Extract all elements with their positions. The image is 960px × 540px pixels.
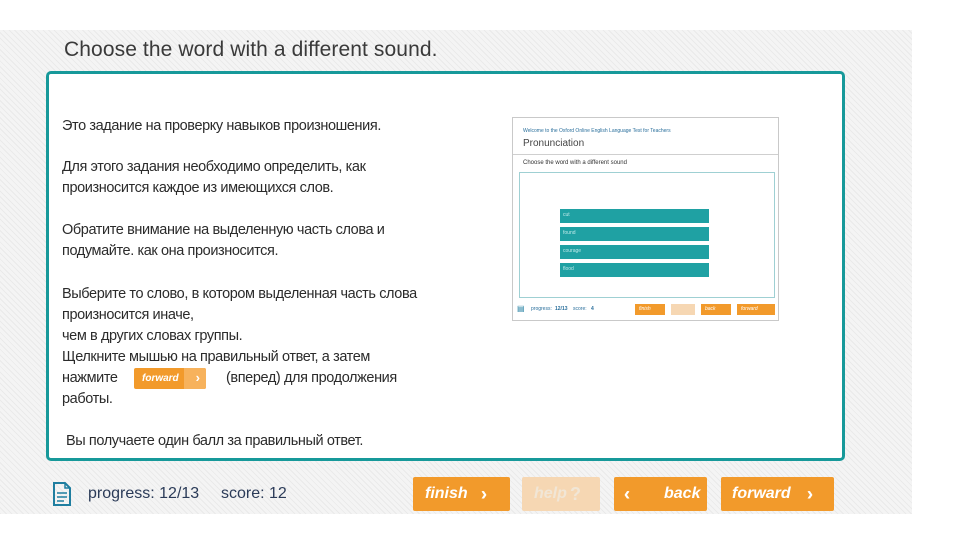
progress-value: 12/13 <box>159 485 200 502</box>
instruction-text: нажмите <box>62 370 118 386</box>
instruction-text: Это задание на проверку навыков произнош… <box>62 118 381 134</box>
preview-option: cut <box>560 209 709 223</box>
instruction-text: подумайте. как она произносится. <box>62 243 279 259</box>
preview-heading: Pronunciation <box>523 138 585 149</box>
preview-option: flood <box>560 263 709 277</box>
instruction-text: произносится иначе, <box>62 307 194 323</box>
instruction-text: Щелкните мышью на правильный ответ, а за… <box>62 349 370 365</box>
instruction-text: Выберите то слово, в котором выделенная … <box>62 286 417 302</box>
progress-label: progress: <box>88 485 155 502</box>
preview-answer-box: cut found courage flood <box>519 172 775 298</box>
score-value: 12 <box>269 485 287 502</box>
question-mark-icon: ? <box>570 483 581 504</box>
document-icon <box>53 482 71 506</box>
preview-forward-button: forward <box>737 304 775 315</box>
example-screenshot: Welcome to the Oxford Online English Lan… <box>512 117 779 321</box>
preview-option: found <box>560 227 709 241</box>
preview-option: courage <box>560 245 709 259</box>
instruction-text: работы. <box>62 391 113 407</box>
help-label: help <box>534 485 567 502</box>
progress-indicator: progress: 12/13 <box>88 485 199 503</box>
back-button[interactable]: ‹‹ back <box>614 477 707 511</box>
instruction-text: произносится каждое из имеющихся слов. <box>62 180 334 196</box>
preview-progress-label: progress: <box>531 306 552 312</box>
preview-progress-value: 12/13 <box>555 306 568 312</box>
chevron-right-icon: › <box>195 370 200 385</box>
back-label: back <box>664 485 701 502</box>
preview-welcome: Welcome to the Oxford Online English Lan… <box>523 128 671 134</box>
inline-forward-button-illustration: forward › <box>134 368 206 389</box>
instruction-text: чем в других словах группы. <box>62 328 243 344</box>
inline-forward-label: forward <box>142 373 179 384</box>
preview-finish-button: finish <box>635 304 665 315</box>
page-title: Choose the word with a different sound. <box>64 38 438 61</box>
preview-footer: ▤ progress: 12/13 score: 4 finish back f… <box>517 304 779 316</box>
finish-button[interactable]: finish ›› <box>413 477 510 511</box>
help-button[interactable]: help ? <box>522 477 600 511</box>
preview-score-value: 4 <box>591 306 594 312</box>
finish-label: finish <box>425 485 468 502</box>
preview-score-label: score: <box>573 306 587 312</box>
score-label: score: <box>221 485 265 502</box>
forward-button[interactable]: forward ›› <box>721 477 834 511</box>
preview-help-button <box>671 304 695 315</box>
preview-back-button: back <box>701 304 731 315</box>
preview-question: Choose the word with a different sound <box>523 160 627 166</box>
instruction-text: Для этого задания необходимо определить,… <box>62 159 366 175</box>
instruction-text: Обратите внимание на выделенную часть сл… <box>62 222 385 238</box>
instruction-text: (вперед) для продолжения <box>226 370 397 386</box>
score-indicator: score: 12 <box>221 485 287 503</box>
forward-label: forward <box>732 485 791 502</box>
document-icon: ▤ <box>517 304 525 313</box>
instruction-text: Вы получаете один балл за правильный отв… <box>66 433 363 449</box>
